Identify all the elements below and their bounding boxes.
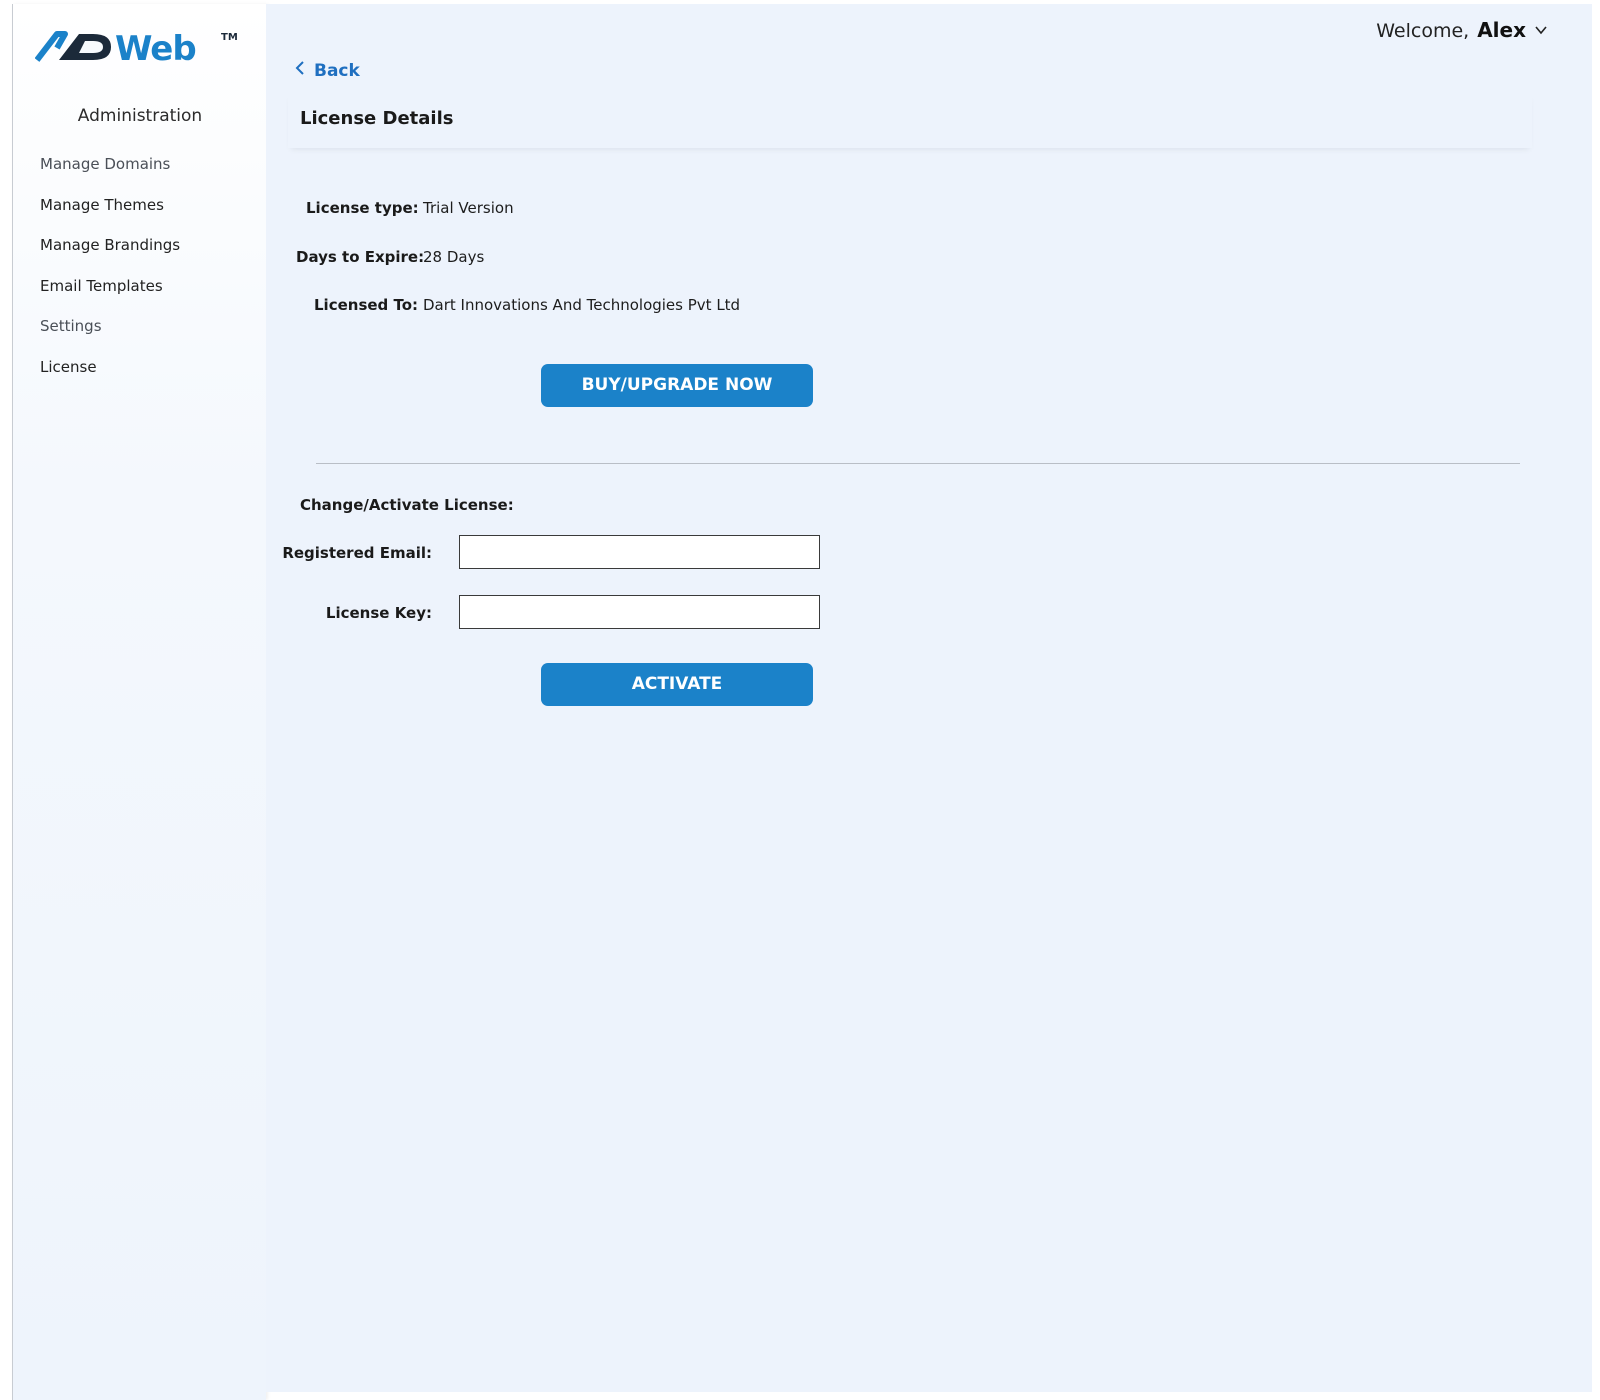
activate-button[interactable]: ACTIVATE [541,663,813,706]
main-content: Welcome, Alex Back License Details Licen… [266,4,1592,1392]
sidebar-item-manage-brandings[interactable]: Manage Brandings [40,235,180,276]
chevron-left-icon [294,60,306,81]
licensed-to-row: Licensed To: Dart Innovations And Techno… [266,296,1166,320]
license-type-label: License type: [306,199,419,217]
welcome-label: Welcome, [1376,20,1470,42]
svg-text:Web: Web [115,29,196,69]
licensed-to-value: Dart Innovations And Technologies Pvt Lt… [423,296,741,314]
app-window: Web TM Administration Manage Domains Man… [0,0,1600,1400]
license-key-field[interactable] [459,595,820,629]
buy-upgrade-button[interactable]: BUY/UPGRADE NOW [541,364,813,407]
svg-text:TM: TM [221,32,238,43]
sidebar-heading: Administration [77,106,203,126]
registered-email-label: Registered Email: [282,544,432,562]
sidebar-item-settings[interactable]: Settings [40,316,180,357]
sidebar-nav: Manage Domains Manage Themes Manage Bran… [40,154,180,397]
sidebar-item-manage-domains[interactable]: Manage Domains [40,154,180,195]
licensed-to-label: Licensed To: [314,296,419,314]
back-label: Back [314,60,360,81]
days-to-expire-row: Days to Expire: 28 Days [266,248,966,272]
license-type-value: Trial Version [423,199,514,217]
sidebar-item-email-templates[interactable]: Email Templates [40,276,180,317]
back-link[interactable]: Back [294,60,360,81]
days-to-expire-value: 28 Days [423,248,485,266]
sidebar-item-license[interactable]: License [40,357,180,398]
license-type-row: License type: Trial Version [266,199,966,223]
page-title: License Details [300,108,454,129]
change-activate-heading: Change/Activate License: [300,496,514,514]
bottom-strip [292,1392,1592,1400]
sidebar: Web TM Administration Manage Domains Man… [12,4,266,1400]
sidebar-item-manage-themes[interactable]: Manage Themes [40,195,180,236]
chevron-down-icon[interactable] [1534,20,1548,35]
user-name: Alex [1477,18,1526,42]
panel-header: License Details [288,92,1532,148]
days-to-expire-label: Days to Expire: [296,248,425,266]
brand-logo[interactable]: Web TM [34,24,245,72]
license-key-label: License Key: [325,604,432,622]
registered-email-field[interactable] [459,535,820,569]
section-divider [316,463,1520,464]
adweb-logo-icon: Web TM [34,29,238,69]
user-menu[interactable]: Welcome, Alex [1376,18,1548,42]
